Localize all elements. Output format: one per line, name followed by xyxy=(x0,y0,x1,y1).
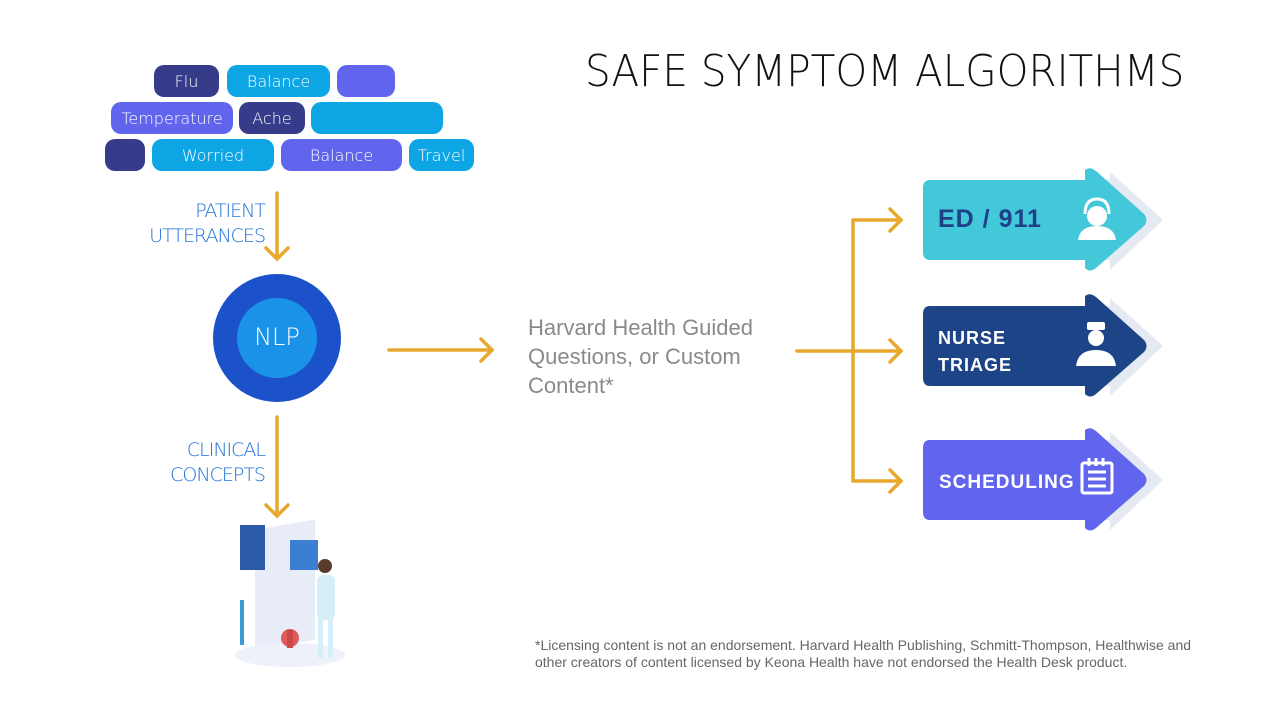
pill-travel: Travel xyxy=(409,139,474,171)
pill-blank xyxy=(311,102,443,134)
pill-balance: Balance xyxy=(227,65,330,97)
clinician-illustration xyxy=(235,519,345,667)
pill-temperature: Temperature xyxy=(111,102,233,134)
pill-blank xyxy=(337,65,395,97)
pill-blank xyxy=(105,139,145,171)
page-title: SAFE SYMPTOM ALGORITHMS xyxy=(585,46,1185,97)
patient-utterances-label: PATIENT UTTERANCES xyxy=(149,200,266,247)
content-description: Harvard Health Guided Questions, or Cust… xyxy=(528,315,754,398)
footnote: *Licensing content is not an endorsement… xyxy=(535,637,1192,670)
nlp-label: NLP xyxy=(254,323,300,351)
pill-balance: Balance xyxy=(281,139,402,171)
ed-911-label: ED / 911 xyxy=(938,205,1042,233)
scheduling-label: SCHEDULING xyxy=(939,472,1075,493)
pill-worried: Worried xyxy=(152,139,274,171)
clinical-concepts-label: CLINICAL CONCEPTS xyxy=(170,439,266,486)
arrow-branch xyxy=(795,218,903,483)
pill-flu: Flu xyxy=(154,65,219,97)
nurse-triage-label: NURSE TRIAGE xyxy=(938,328,1013,375)
pill-ache: Ache xyxy=(239,102,305,134)
